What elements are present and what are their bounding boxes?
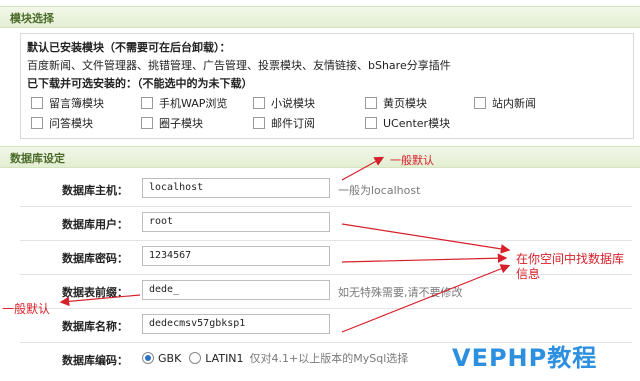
charset-gbk-radio[interactable] <box>142 352 154 364</box>
module-checkbox-qa[interactable]: 问答模块 <box>31 115 93 131</box>
db-host-row: 数据库主机： localhost 一般为localhost <box>20 172 632 207</box>
checkbox-box[interactable] <box>31 117 43 129</box>
db-section-header: 数据库设定 <box>0 146 640 168</box>
module-section-header: 模块选择 <box>0 6 640 28</box>
db-host-label: 数据库主机： <box>62 184 128 197</box>
db-charset-label: 数据库编码： <box>62 354 128 367</box>
module-checkbox-ucenter[interactable]: UCenter模块 <box>365 115 450 131</box>
checkbox-box[interactable] <box>253 97 265 109</box>
db-prefix-label: 数据表前缀： <box>62 286 128 299</box>
db-prefix-hint: 如无特殊需要,请不要修改 <box>338 286 463 299</box>
checkbox-box[interactable] <box>31 97 43 109</box>
annotation-default-left: 一般默认 <box>2 302 51 316</box>
annotation-default-top: 一般默认 <box>390 154 434 167</box>
module-checkbox-sitenews[interactable]: 站内新闻 <box>474 95 536 111</box>
checkbox-box[interactable] <box>365 97 377 109</box>
checkbox-box[interactable] <box>141 117 153 129</box>
checkbox-box[interactable] <box>253 117 265 129</box>
checkbox-box[interactable] <box>141 97 153 109</box>
db-prefix-input[interactable]: dede_ <box>142 280 330 300</box>
annotation-space-line1: 在你空间中找数据库 <box>516 252 625 266</box>
module-checkbox-circle[interactable]: 圈子模块 <box>141 115 203 131</box>
module-checkbox-yellowpage[interactable]: 黄页模块 <box>365 95 427 111</box>
db-section-title: 数据库设定 <box>10 152 65 165</box>
db-user-row: 数据库用户： root <box>20 206 632 241</box>
module-section-title: 模块选择 <box>10 12 54 25</box>
db-user-input[interactable]: root <box>142 212 330 232</box>
charset-latin1-radio[interactable] <box>189 352 202 364</box>
charset-latin1-label: LATIN1 <box>205 351 244 365</box>
module-checkbox-novel[interactable]: 小说模块 <box>253 95 315 111</box>
db-charset-options: GBK LATIN1 仅对4.1+以上版本的MySql选择 <box>142 350 408 366</box>
db-name-input[interactable]: dedecmsv57gbksp1 <box>142 314 330 334</box>
charset-gbk-label: GBK <box>158 351 182 365</box>
db-password-input[interactable]: 1234567 <box>142 246 330 266</box>
checkbox-box[interactable] <box>474 97 486 109</box>
db-name-label: 数据库名称： <box>62 320 128 333</box>
module-checkbox-mail[interactable]: 邮件订阅 <box>253 115 315 131</box>
db-host-input[interactable]: localhost <box>142 178 330 198</box>
module-checkbox-wap[interactable]: 手机WAP浏览 <box>141 95 227 111</box>
db-password-label: 数据库密码： <box>62 252 128 265</box>
watermark-logo: VEPHP教程 <box>452 344 598 372</box>
module-checkbox-guestbook[interactable]: 留言簿模块 <box>31 95 104 111</box>
installed-list: 百度新闻、文件管理器、挑错管理、广告管理、投票模块、友情链接、bShare分享插… <box>27 59 451 72</box>
charset-hint: 仅对4.1+以上版本的MySql选择 <box>249 352 409 365</box>
checkbox-box[interactable] <box>365 117 377 129</box>
db-host-hint: 一般为localhost <box>338 184 421 197</box>
db-user-label: 数据库用户： <box>62 218 128 231</box>
installed-heading: 默认已安装模块（不需要可在后台卸载）： <box>27 41 231 54</box>
optional-heading: 已下载并可选安装的：（不能选中的为未下载） <box>27 77 253 90</box>
annotation-space-info: 在你空间中找数据库 信息 <box>516 252 624 282</box>
annotation-space-line2: 信息 <box>516 267 541 281</box>
module-panel: 默认已安装模块（不需要可在后台卸载）： 百度新闻、文件管理器、挑错管理、广告管理… <box>20 33 634 139</box>
